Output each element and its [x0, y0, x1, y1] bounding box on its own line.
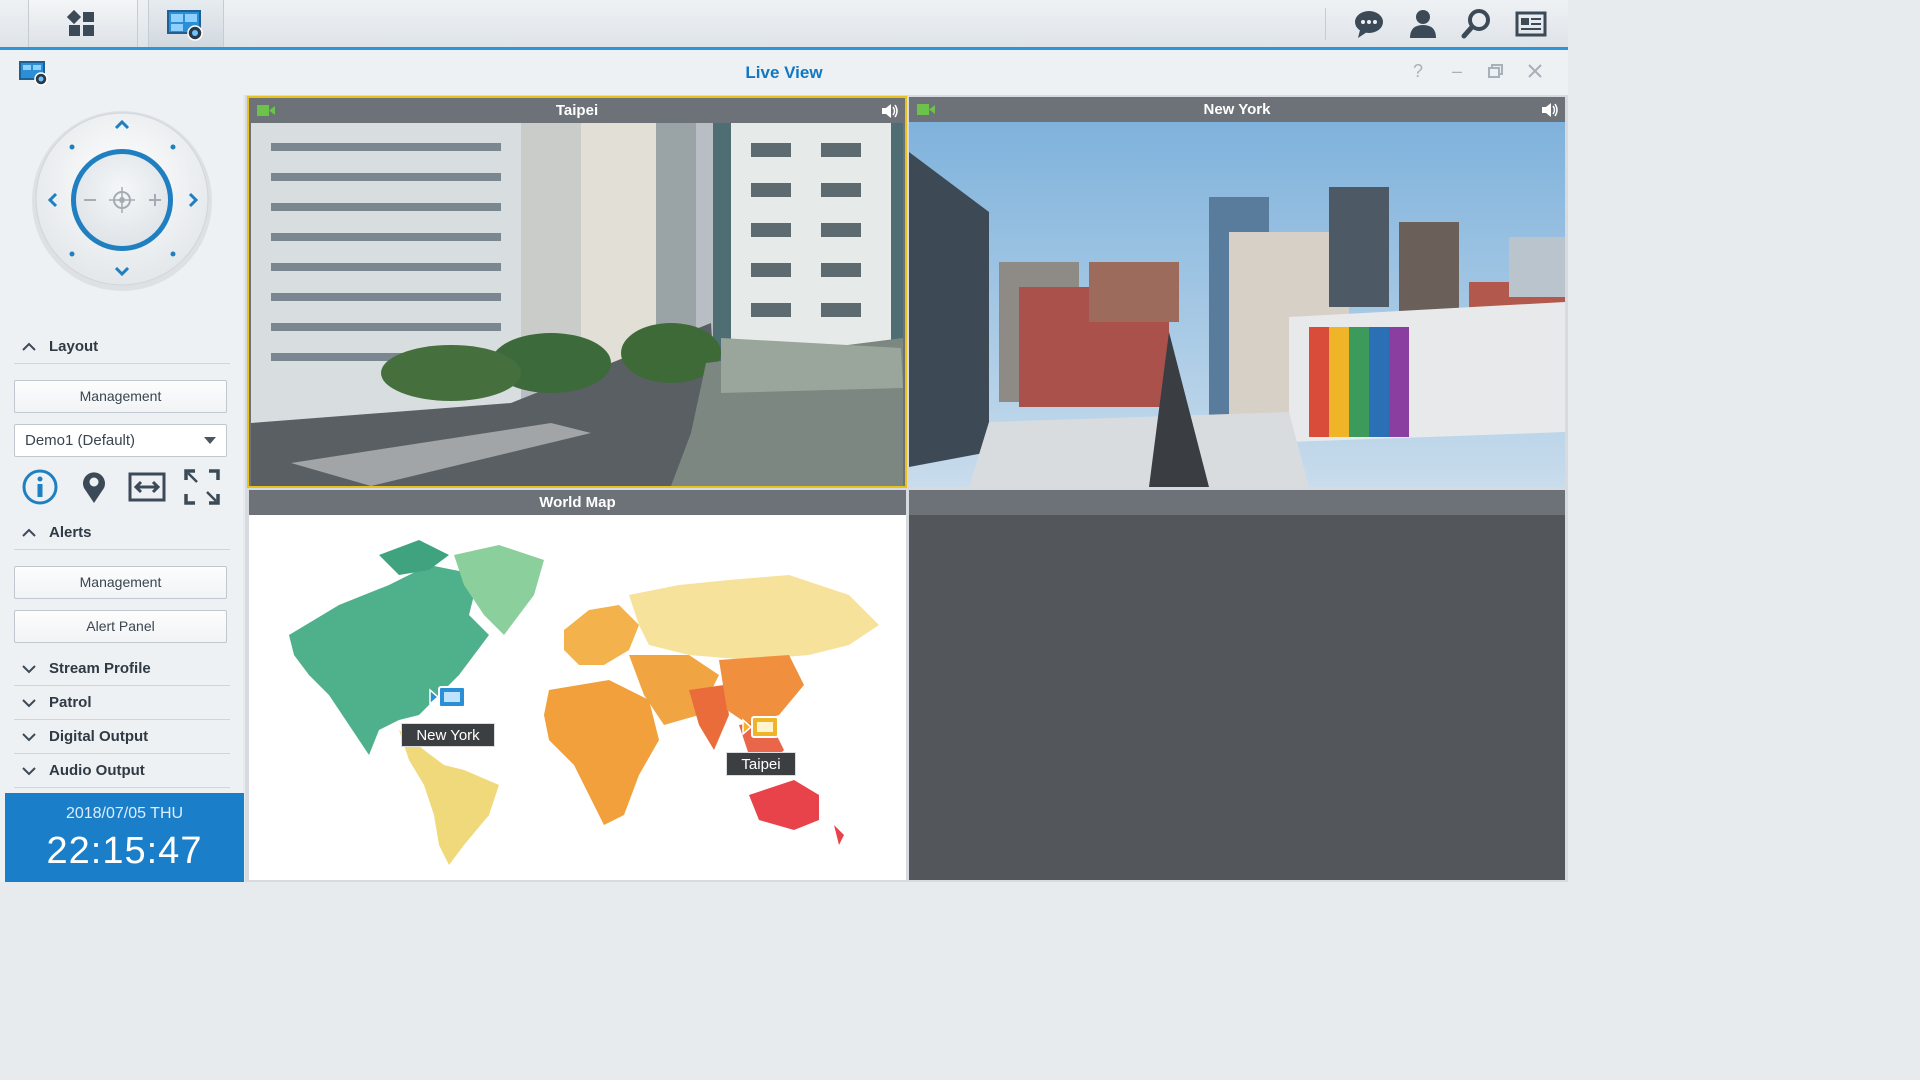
marker-label-taipei: Taipei	[726, 752, 796, 776]
alerts-management-button[interactable]: Management	[14, 566, 227, 599]
patrol-label: Patrol	[49, 694, 92, 711]
digital-output-section-header[interactable]: Digital Output	[14, 722, 230, 754]
ptz-control[interactable]	[30, 103, 215, 298]
notifications-icon[interactable]	[1353, 8, 1385, 40]
camera-feed-newyork	[909, 122, 1565, 487]
chevron-down-icon	[22, 665, 36, 674]
layout-section-label: Layout	[49, 338, 99, 355]
audio-output-section-header[interactable]: Audio Output	[14, 756, 230, 788]
chevron-down-icon	[22, 767, 36, 776]
camera-pane-taipei[interactable]: Taipei	[247, 96, 907, 488]
world-map	[289, 540, 879, 865]
pane-title-bar: New York	[909, 97, 1565, 122]
patrol-section-header[interactable]: Patrol	[14, 688, 230, 720]
pane-title: World Map	[539, 494, 616, 511]
layout-select[interactable]: Demo1 (Default)	[14, 424, 227, 457]
camera-status-icon	[917, 104, 935, 115]
alert-panel-button[interactable]: Alert Panel	[14, 610, 227, 643]
user-icon[interactable]	[1407, 8, 1439, 40]
pane-title-bar	[909, 490, 1565, 515]
search-icon[interactable]	[1461, 8, 1493, 40]
camera-feed-taipei	[251, 123, 903, 486]
map-pin-icon[interactable]	[75, 468, 113, 506]
clock-time: 22:15:47	[46, 830, 203, 872]
clock-panel: 2018/07/05 THU 22:15:47	[5, 793, 244, 882]
pane-title: New York	[1203, 101, 1271, 118]
digital-output-label: Digital Output	[49, 728, 149, 745]
stream-profile-section-header[interactable]: Stream Profile	[14, 654, 230, 686]
layout-section-header[interactable]: Layout	[14, 332, 230, 364]
widgets-icon[interactable]	[1515, 8, 1547, 40]
window-title: Live View	[745, 63, 823, 82]
pane-title-bar: Taipei	[249, 98, 905, 123]
close-button[interactable]	[1525, 61, 1545, 81]
chevron-down-icon	[22, 733, 36, 742]
surveillance-app-button[interactable]	[148, 0, 224, 47]
layout-select-value: Demo1 (Default)	[25, 432, 136, 449]
alerts-section-label: Alerts	[49, 524, 92, 541]
help-button[interactable]: ?	[1408, 61, 1428, 81]
chevron-up-icon	[22, 528, 36, 537]
restore-button[interactable]	[1486, 61, 1506, 81]
stream-profile-label: Stream Profile	[49, 660, 151, 677]
speaker-icon[interactable]	[1541, 102, 1559, 118]
marker-label-newyork: New York	[401, 723, 495, 747]
minimize-button[interactable]: –	[1447, 61, 1467, 81]
alerts-section-header[interactable]: Alerts	[14, 518, 230, 550]
camera-status-icon	[257, 105, 275, 116]
chevron-down-icon	[22, 699, 36, 708]
surveillance-app-icon	[167, 10, 203, 41]
layout-management-button[interactable]: Management	[14, 380, 227, 413]
pane-title: Taipei	[555, 102, 599, 119]
main-menu-button[interactable]	[28, 0, 138, 47]
fit-width-icon[interactable]	[128, 468, 166, 506]
audio-output-label: Audio Output	[49, 762, 145, 779]
clock-date: 2018/07/05 THU	[65, 805, 184, 822]
taskbar-divider	[1325, 8, 1326, 40]
speaker-icon[interactable]	[881, 103, 899, 119]
info-icon[interactable]	[21, 468, 59, 506]
camera-pane-newyork[interactable]: New York	[909, 97, 1565, 487]
world-map-pane[interactable]: World Map New York Taipei	[249, 490, 906, 880]
main-menu-icon	[67, 10, 94, 36]
empty-pane[interactable]	[909, 490, 1565, 880]
pane-title-bar: World Map	[249, 490, 906, 515]
camera-marker-newyork[interactable]	[429, 685, 467, 709]
chevron-up-icon	[22, 342, 36, 351]
fullscreen-icon[interactable]	[183, 468, 221, 506]
chevron-down-icon	[204, 437, 216, 444]
taskbar	[0, 0, 1568, 50]
camera-marker-taipei[interactable]	[742, 715, 780, 739]
